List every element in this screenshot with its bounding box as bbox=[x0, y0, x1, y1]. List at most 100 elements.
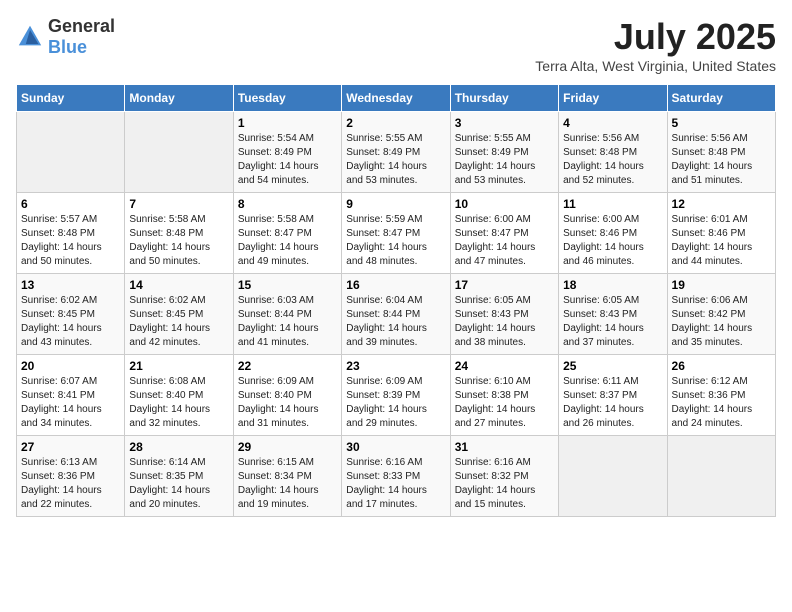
title-block: July 2025 Terra Alta, West Virginia, Uni… bbox=[535, 16, 776, 74]
calendar-cell: 31 Sunrise: 6:16 AM Sunset: 8:32 PM Dayli… bbox=[450, 436, 558, 517]
day-number: 23 bbox=[346, 359, 445, 373]
day-info: Sunrise: 6:00 AM Sunset: 8:46 PM Dayligh… bbox=[563, 213, 662, 269]
calendar-cell: 3 Sunrise: 5:55 AM Sunset: 8:49 PM Daylig… bbox=[450, 112, 558, 193]
day-number: 25 bbox=[563, 359, 662, 373]
calendar-cell: 18Sunrise: 6:05 AM Sunset: 8:43 PM Dayli… bbox=[559, 274, 667, 355]
day-info: Sunrise: 5:55 AM Sunset: 8:49 PM Dayligh… bbox=[455, 132, 554, 188]
day-number: 19 bbox=[672, 278, 771, 292]
day-info: Sunrise: 6:13 AM Sunset: 8:36 PM Dayligh… bbox=[21, 456, 120, 512]
day-info: Sunrise: 6:10 AM Sunset: 8:38 PM Dayligh… bbox=[455, 375, 554, 431]
day-number: 11 bbox=[563, 197, 662, 211]
logo: General Blue bbox=[16, 16, 115, 58]
day-info: Sunrise: 5:55 AM Sunset: 8:49 PM Dayligh… bbox=[346, 132, 445, 188]
calendar-cell: 8Sunrise: 5:58 AM Sunset: 8:47 PM Daylig… bbox=[233, 193, 341, 274]
day-number: 31 bbox=[455, 440, 554, 454]
day-number: 9 bbox=[346, 197, 445, 211]
page-header: General Blue July 2025 Terra Alta, West … bbox=[16, 16, 776, 74]
calendar-cell: 9 Sunrise: 5:59 AM Sunset: 8:47 PM Daylig… bbox=[342, 193, 450, 274]
day-info: Sunrise: 6:04 AM Sunset: 8:44 PM Dayligh… bbox=[346, 294, 445, 350]
day-number: 27 bbox=[21, 440, 120, 454]
logo-general-text: General bbox=[48, 16, 115, 36]
day-number: 14 bbox=[129, 278, 228, 292]
weekday-header-friday: Friday bbox=[559, 85, 667, 112]
day-info: Sunrise: 6:11 AM Sunset: 8:37 PM Dayligh… bbox=[563, 375, 662, 431]
day-info: Sunrise: 6:09 AM Sunset: 8:39 PM Dayligh… bbox=[346, 375, 445, 431]
day-number: 5 bbox=[672, 116, 771, 130]
calendar-cell: 7 Sunrise: 5:58 AM Sunset: 8:48 PM Daylig… bbox=[125, 193, 233, 274]
week-row-5: 27 Sunrise: 6:13 AM Sunset: 8:36 PM Dayli… bbox=[17, 436, 776, 517]
day-info: Sunrise: 6:14 AM Sunset: 8:35 PM Dayligh… bbox=[129, 456, 228, 512]
calendar-cell: 17Sunrise: 6:05 AM Sunset: 8:43 PM Dayli… bbox=[450, 274, 558, 355]
day-number: 29 bbox=[238, 440, 337, 454]
weekday-header-tuesday: Tuesday bbox=[233, 85, 341, 112]
day-number: 22 bbox=[238, 359, 337, 373]
calendar-cell bbox=[667, 436, 775, 517]
day-info: Sunrise: 5:58 AM Sunset: 8:47 PM Dayligh… bbox=[238, 213, 337, 269]
day-info: Sunrise: 6:06 AM Sunset: 8:42 PM Dayligh… bbox=[672, 294, 771, 350]
calendar-cell: 26 Sunrise: 6:12 AM Sunset: 8:36 PM Dayli… bbox=[667, 355, 775, 436]
day-info: Sunrise: 5:57 AM Sunset: 8:48 PM Dayligh… bbox=[21, 213, 120, 269]
calendar-cell: 1 Sunrise: 5:54 AM Sunset: 8:49 PM Daylig… bbox=[233, 112, 341, 193]
calendar-cell: 28 Sunrise: 6:14 AM Sunset: 8:35 PM Dayli… bbox=[125, 436, 233, 517]
day-info: Sunrise: 6:16 AM Sunset: 8:32 PM Dayligh… bbox=[455, 456, 554, 512]
calendar-cell: 24 Sunrise: 6:10 AM Sunset: 8:38 PM Dayli… bbox=[450, 355, 558, 436]
weekday-header-monday: Monday bbox=[125, 85, 233, 112]
calendar-cell: 30Sunrise: 6:16 AM Sunset: 8:33 PM Dayli… bbox=[342, 436, 450, 517]
calendar-cell: 22Sunrise: 6:09 AM Sunset: 8:40 PM Dayli… bbox=[233, 355, 341, 436]
weekday-header-saturday: Saturday bbox=[667, 85, 775, 112]
calendar-cell: 12Sunrise: 6:01 AM Sunset: 8:46 PM Dayli… bbox=[667, 193, 775, 274]
calendar-cell: 5 Sunrise: 5:56 AM Sunset: 8:48 PM Daylig… bbox=[667, 112, 775, 193]
day-number: 10 bbox=[455, 197, 554, 211]
day-info: Sunrise: 6:01 AM Sunset: 8:46 PM Dayligh… bbox=[672, 213, 771, 269]
day-number: 1 bbox=[238, 116, 337, 130]
day-info: Sunrise: 6:15 AM Sunset: 8:34 PM Dayligh… bbox=[238, 456, 337, 512]
day-number: 2 bbox=[346, 116, 445, 130]
day-info: Sunrise: 6:05 AM Sunset: 8:43 PM Dayligh… bbox=[455, 294, 554, 350]
day-number: 4 bbox=[563, 116, 662, 130]
day-number: 24 bbox=[455, 359, 554, 373]
day-info: Sunrise: 6:07 AM Sunset: 8:41 PM Dayligh… bbox=[21, 375, 120, 431]
day-info: Sunrise: 6:05 AM Sunset: 8:43 PM Dayligh… bbox=[563, 294, 662, 350]
day-info: Sunrise: 5:58 AM Sunset: 8:48 PM Dayligh… bbox=[129, 213, 228, 269]
week-row-4: 20 Sunrise: 6:07 AM Sunset: 8:41 PM Dayli… bbox=[17, 355, 776, 436]
weekday-header-sunday: Sunday bbox=[17, 85, 125, 112]
day-info: Sunrise: 5:56 AM Sunset: 8:48 PM Dayligh… bbox=[672, 132, 771, 188]
calendar-cell: 16Sunrise: 6:04 AM Sunset: 8:44 PM Dayli… bbox=[342, 274, 450, 355]
day-info: Sunrise: 6:08 AM Sunset: 8:40 PM Dayligh… bbox=[129, 375, 228, 431]
day-number: 21 bbox=[129, 359, 228, 373]
calendar-table: SundayMondayTuesdayWednesdayThursdayFrid… bbox=[16, 84, 776, 517]
calendar-cell: 13Sunrise: 6:02 AM Sunset: 8:45 PM Dayli… bbox=[17, 274, 125, 355]
calendar-cell: 14 Sunrise: 6:02 AM Sunset: 8:45 PM Dayli… bbox=[125, 274, 233, 355]
day-info: Sunrise: 5:54 AM Sunset: 8:49 PM Dayligh… bbox=[238, 132, 337, 188]
calendar-cell: 6 Sunrise: 5:57 AM Sunset: 8:48 PM Daylig… bbox=[17, 193, 125, 274]
calendar-cell bbox=[17, 112, 125, 193]
calendar-cell: 25 Sunrise: 6:11 AM Sunset: 8:37 PM Dayli… bbox=[559, 355, 667, 436]
day-info: Sunrise: 6:00 AM Sunset: 8:47 PM Dayligh… bbox=[455, 213, 554, 269]
calendar-cell: 27 Sunrise: 6:13 AM Sunset: 8:36 PM Dayli… bbox=[17, 436, 125, 517]
day-number: 28 bbox=[129, 440, 228, 454]
logo-icon bbox=[16, 23, 44, 51]
day-number: 26 bbox=[672, 359, 771, 373]
week-row-1: 1 Sunrise: 5:54 AM Sunset: 8:49 PM Daylig… bbox=[17, 112, 776, 193]
day-number: 3 bbox=[455, 116, 554, 130]
calendar-cell: 15Sunrise: 6:03 AM Sunset: 8:44 PM Dayli… bbox=[233, 274, 341, 355]
day-info: Sunrise: 6:02 AM Sunset: 8:45 PM Dayligh… bbox=[129, 294, 228, 350]
day-number: 7 bbox=[129, 197, 228, 211]
calendar-cell: 10 Sunrise: 6:00 AM Sunset: 8:47 PM Dayli… bbox=[450, 193, 558, 274]
day-number: 13 bbox=[21, 278, 120, 292]
weekday-header-thursday: Thursday bbox=[450, 85, 558, 112]
day-number: 20 bbox=[21, 359, 120, 373]
calendar-cell bbox=[125, 112, 233, 193]
day-number: 6 bbox=[21, 197, 120, 211]
day-info: Sunrise: 6:12 AM Sunset: 8:36 PM Dayligh… bbox=[672, 375, 771, 431]
day-info: Sunrise: 5:56 AM Sunset: 8:48 PM Dayligh… bbox=[563, 132, 662, 188]
day-number: 30 bbox=[346, 440, 445, 454]
calendar-cell: 11 Sunrise: 6:00 AM Sunset: 8:46 PM Dayli… bbox=[559, 193, 667, 274]
calendar-cell: 21 Sunrise: 6:08 AM Sunset: 8:40 PM Dayli… bbox=[125, 355, 233, 436]
day-info: Sunrise: 5:59 AM Sunset: 8:47 PM Dayligh… bbox=[346, 213, 445, 269]
location-subtitle: Terra Alta, West Virginia, United States bbox=[535, 58, 776, 74]
weekday-header-row: SundayMondayTuesdayWednesdayThursdayFrid… bbox=[17, 85, 776, 112]
weekday-header-wednesday: Wednesday bbox=[342, 85, 450, 112]
calendar-cell: 20 Sunrise: 6:07 AM Sunset: 8:41 PM Dayli… bbox=[17, 355, 125, 436]
calendar-cell bbox=[559, 436, 667, 517]
